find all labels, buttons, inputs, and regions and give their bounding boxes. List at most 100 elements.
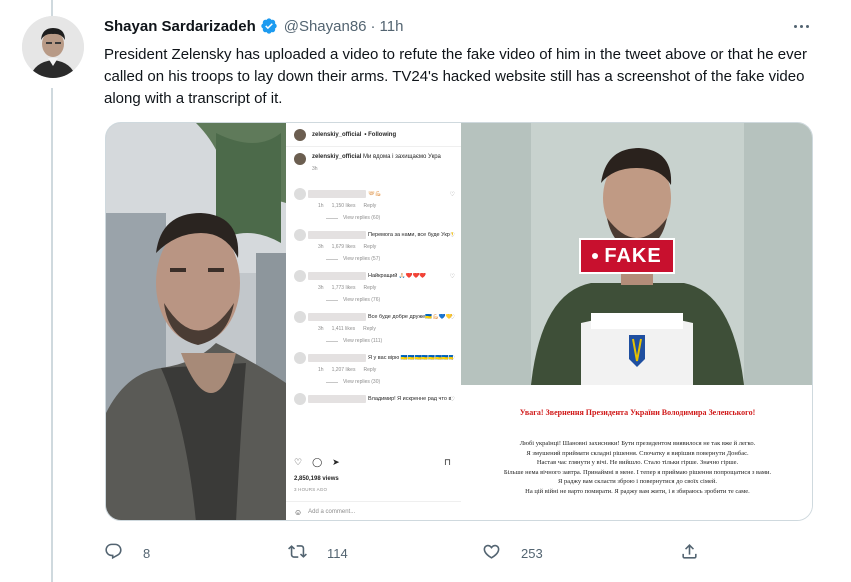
ig-comment-reply: Reply xyxy=(363,326,376,332)
thread-line xyxy=(51,88,53,582)
ig-comment-heart-icon: ♡ xyxy=(449,356,455,362)
ig-comment-age: 3h xyxy=(318,244,324,250)
ig-comment: Я у вас вірю 🇺🇦🇺🇦🇺🇦🇺🇦🇺🇦🇺🇦🇺🇦🇺🇦🇺🇦♡ 1h 1,207 … xyxy=(286,352,461,385)
ig-caption-user: zelenskiy_official xyxy=(312,154,362,160)
transcript-line: На цій війні не варто помирати. Я раджу … xyxy=(525,487,750,495)
ig-caption: zelenskiy_official Ми вдома і захищаємо … xyxy=(286,147,461,165)
ig-comment-meta: 3h 1,679 likes Reply xyxy=(318,244,453,250)
tweet-header: Shayan Sardarizadeh @Shayan86 · 11h xyxy=(104,15,403,37)
ig-comment-reply: Reply xyxy=(363,285,377,291)
media-attachment[interactable]: zelenskiy_official • Following zelenskiy… xyxy=(105,122,813,521)
more-icon[interactable] xyxy=(789,14,813,38)
ig-username: zelenskiy_official xyxy=(312,131,362,138)
ig-comment-avatar xyxy=(294,393,306,405)
ig-comment-meta: 3h 1,773 likes Reply xyxy=(318,285,453,291)
ig-following-label: • Following xyxy=(364,131,397,138)
ig-comment-avatar xyxy=(294,311,306,323)
ig-add-comment-label: Add a comment... xyxy=(308,509,356,515)
ig-comment-list: 🤝🏻💪🏻 ♡ 1h 1,150 likes Reply View replies (60)… xyxy=(286,188,461,405)
ig-comment-meta: 3h 1,411 likes Reply xyxy=(318,326,453,332)
ig-heart-icon: ♡ xyxy=(294,457,303,467)
timestamp[interactable]: 11h xyxy=(380,18,404,35)
ig-comment-heart-icon: ♡ xyxy=(449,397,455,403)
ig-comment-heart-icon: ♡ xyxy=(449,192,455,198)
retweet-icon xyxy=(288,542,307,564)
ig-comment-text: Все буде добре друже🇺🇦💪🏻💙💛 xyxy=(368,314,453,320)
ig-blurred-username xyxy=(308,272,366,280)
ig-time-ago: 3 HOURS AGO xyxy=(294,487,328,492)
ig-comment-reply: Reply xyxy=(363,203,377,209)
ig-blurred-username xyxy=(308,354,366,362)
ig-comment-likes: 1,411 likes xyxy=(331,326,356,332)
handle[interactable]: @Shayan86 xyxy=(284,18,367,35)
ig-bookmark-icon: ⊓ xyxy=(443,457,451,467)
ig-comment-likes: 1,150 likes xyxy=(331,203,356,209)
fake-badge: FAKE xyxy=(579,238,675,274)
ig-avatar xyxy=(294,128,306,141)
ig-comment-heart-icon: ♡ xyxy=(449,233,455,239)
like-count: 253 xyxy=(521,545,543,561)
ig-comment-heart-icon: ♡ xyxy=(449,315,455,321)
ig-comment-heart-icon: ♡ xyxy=(449,274,455,280)
ig-action-row: ♡ ◯ ➤ xyxy=(294,457,340,468)
transcript-line: Більше нема вічного завтра. Принаймні в … xyxy=(503,468,772,476)
retweet-button[interactable]: 114 xyxy=(288,541,348,565)
ig-caption-time: 3h xyxy=(312,166,318,172)
fake-badge-label: FAKE xyxy=(604,244,662,267)
transcript-line: Настав час глянути у вічі. Не вийшло. Ст… xyxy=(536,459,739,467)
display-name[interactable]: Shayan Sardarizadeh xyxy=(104,18,256,35)
tweet-text: President Zelensky has uploaded a video … xyxy=(104,46,807,107)
ig-comment-likes: 1,679 likes xyxy=(331,244,356,250)
transcript-line: Я змушений приймати складні рішення. Спо… xyxy=(526,449,749,457)
retweet-count: 114 xyxy=(327,545,348,561)
ig-view-replies: View replies (60) xyxy=(326,215,453,221)
share-icon xyxy=(680,542,699,564)
ig-comment-likes: 1,773 likes xyxy=(331,285,356,291)
ig-comment-text: Перемога за нами, все буде Укр 💛 xyxy=(368,232,453,238)
ig-comment-meta: 1h 1,150 likes Reply xyxy=(318,203,453,209)
ig-views: 2,850,198 views xyxy=(294,476,339,482)
ig-blurred-username xyxy=(308,313,366,321)
separator-dot: · xyxy=(370,17,376,35)
fake-video-still: FAKE xyxy=(461,123,812,385)
ig-caption-text: Ми вдома і захищаємо Укра xyxy=(363,154,441,160)
transcript-line: Любі українці! Шановні захисники! Бути п… xyxy=(519,440,756,447)
thread-line-top xyxy=(51,0,53,16)
share-button[interactable] xyxy=(680,541,699,565)
ig-blurred-username xyxy=(308,395,366,403)
transcript-text: Любі українці! Шановні захисники! Бути п… xyxy=(461,439,812,497)
ig-comment-avatar xyxy=(294,188,306,200)
ig-comment-reply: Reply xyxy=(363,367,377,373)
ig-comment: Перемога за нами, все буде Укр 💛 ♡ 3h 1,679… xyxy=(286,229,461,262)
reply-button[interactable]: 8 xyxy=(104,541,150,565)
ig-view-replies: View replies (76) xyxy=(326,297,453,303)
ig-header: zelenskiy_official • Following xyxy=(286,123,461,147)
tweet-action-bar: 8 114 253 xyxy=(104,541,709,565)
ig-comment: Найкращий 🙏🏻❤️❤️❤️ ♡ 3h 1,773 likes Reply Vie… xyxy=(286,270,461,303)
reply-count: 8 xyxy=(143,545,151,561)
ig-comment-age: 1h xyxy=(318,203,324,209)
ig-comment-text: Найкращий 🙏🏻❤️❤️❤️ xyxy=(368,273,427,279)
ig-comment-avatar xyxy=(294,270,306,282)
fake-video-screenshot: FAKE Увага! Звернення Президента України… xyxy=(461,123,812,520)
ig-comment-reply: Reply xyxy=(363,244,377,250)
ig-comment-icon: ◯ xyxy=(312,457,323,467)
ig-comment-text: 🤝🏻💪🏻 xyxy=(368,191,382,197)
video-still-image[interactable] xyxy=(106,123,286,520)
ig-comment-age: 3h xyxy=(318,326,324,332)
ig-comment-avatar xyxy=(294,352,306,364)
ig-comment-avatar xyxy=(294,229,306,241)
ig-blurred-username xyxy=(308,231,366,239)
ig-view-replies: View replies (57) xyxy=(326,256,453,262)
transcript-line: Я раджу вам скласти зброю і повернутися … xyxy=(558,478,717,486)
ig-share-icon: ➤ xyxy=(332,457,340,467)
like-button[interactable]: 253 xyxy=(482,541,543,565)
ig-comment: 🤝🏻💪🏻 ♡ 1h 1,150 likes Reply View replies (60) xyxy=(286,188,461,221)
ig-caption-avatar xyxy=(294,153,306,165)
verified-badge-icon xyxy=(260,17,278,35)
ig-view-replies: View replies (30) xyxy=(326,379,453,385)
ig-comment-age: 3h xyxy=(318,285,324,291)
avatar[interactable] xyxy=(22,16,84,78)
ig-add-comment: ☺ Add a comment... xyxy=(286,501,461,520)
ig-comment-likes: 1,207 likes xyxy=(331,367,356,373)
